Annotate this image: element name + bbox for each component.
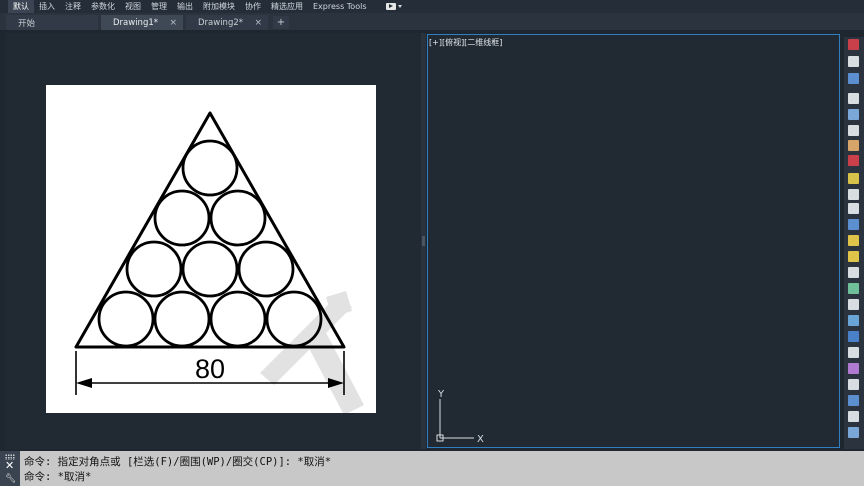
circle: [237, 240, 295, 298]
ribbon-tab-manage[interactable]: 管理: [146, 0, 172, 13]
tool-icon[interactable]: [848, 125, 859, 136]
tool-icon[interactable]: [848, 315, 859, 326]
circle: [97, 290, 155, 348]
circle: [265, 290, 323, 348]
close-icon[interactable]: ×: [254, 18, 262, 28]
ribbon-tab-view[interactable]: 视图: [120, 0, 146, 13]
tool-icon[interactable]: [848, 73, 859, 84]
tool-icon[interactable]: [848, 140, 859, 151]
arrow-left: [76, 378, 92, 388]
outer-triangle: [74, 111, 346, 349]
tab-drawing2[interactable]: Drawing2* ×: [186, 15, 268, 30]
circle: [209, 290, 267, 348]
tool-icon[interactable]: [848, 203, 859, 214]
dimension-text: 80: [195, 354, 225, 384]
ribbon-tab-collaborate[interactable]: 协作: [240, 0, 266, 13]
tool-icon[interactable]: [848, 155, 859, 166]
ribbon-tab-output[interactable]: 输出: [172, 0, 198, 13]
model-viewport-left[interactable]: 80: [6, 33, 421, 449]
right-tool-palette: [844, 37, 864, 449]
ribbon-tab-parametric[interactable]: 参数化: [86, 0, 120, 13]
tool-icon[interactable]: [848, 347, 859, 358]
video-icon: [385, 3, 396, 10]
tool-icon[interactable]: [848, 219, 859, 230]
tool-icon[interactable]: [848, 363, 859, 374]
file-tab-bar: 开始 Drawing1* × Drawing2* × +: [0, 13, 864, 30]
circle: [209, 189, 267, 247]
command-line-window: ✕ 🔧︎ 命令: 指定对角点或 [栏选(F)/圈围(WP)/圈交(CP)]: *…: [0, 451, 864, 486]
ribbon-tab-annotate[interactable]: 注释: [60, 0, 86, 13]
circle: [181, 240, 239, 298]
tool-icon[interactable]: [848, 173, 859, 184]
circle: [153, 290, 211, 348]
ribbon-display-toggle[interactable]: [385, 0, 402, 13]
tab-drawing1[interactable]: Drawing1* ×: [101, 15, 183, 30]
command-history-line: 命令: *取消*: [24, 471, 92, 483]
ribbon-tab-insert[interactable]: 插入: [34, 0, 60, 13]
model-viewport-right[interactable]: [+][俯视][二维线框] Y X: [427, 34, 840, 448]
tool-icon[interactable]: [848, 267, 859, 278]
tool-icon[interactable]: [848, 109, 859, 120]
tool-icon[interactable]: [848, 39, 859, 50]
tab-start-label: 开始: [18, 18, 36, 29]
new-tab-button[interactable]: +: [273, 16, 289, 29]
circle: [181, 139, 239, 197]
ribbon-tab-express-tools[interactable]: Express Tools: [308, 0, 372, 13]
ucs-icon: Y X: [436, 389, 484, 445]
watermark-graphic: [260, 291, 364, 415]
tool-icon[interactable]: [848, 379, 859, 390]
wrench-icon[interactable]: 🔧︎: [5, 474, 16, 484]
tool-icon[interactable]: [848, 235, 859, 246]
circle: [153, 189, 211, 247]
reference-drawing[interactable]: 80: [46, 85, 376, 415]
tool-icon[interactable]: [848, 93, 859, 104]
tool-icon[interactable]: [848, 283, 859, 294]
tool-icon[interactable]: [848, 395, 859, 406]
tool-icon[interactable]: [848, 251, 859, 262]
ribbon-menu: 默认 插入 注释 参数化 视图 管理 输出 附加模块 协作 精选应用 Expre…: [0, 0, 864, 13]
triangle-circles-drawing: 80: [74, 111, 364, 415]
tab-start[interactable]: 开始: [6, 15, 98, 30]
viewport-controls-label[interactable]: [+][俯视][二维线框]: [429, 37, 502, 48]
close-icon[interactable]: ×: [169, 18, 177, 28]
ucs-x-label: X: [477, 434, 484, 445]
circle: [125, 240, 183, 298]
circle-group: [97, 139, 323, 348]
tool-icon[interactable]: [848, 189, 859, 200]
viewport-splitter[interactable]: [421, 33, 426, 449]
ucs-y-label: Y: [437, 389, 445, 400]
tab-drawing2-label: Drawing2*: [198, 17, 244, 28]
tool-icon[interactable]: [848, 427, 859, 438]
close-icon[interactable]: ✕: [5, 460, 14, 471]
ribbon-tab-featured-apps[interactable]: 精选应用: [266, 0, 308, 13]
command-history-line: 命令: 指定对角点或 [栏选(F)/圈围(WP)/圈交(CP)]: *取消*: [24, 456, 332, 468]
tool-icon[interactable]: [848, 299, 859, 310]
tool-icon[interactable]: [848, 331, 859, 342]
ribbon-tab-addins[interactable]: 附加模块: [198, 0, 240, 13]
tool-icon[interactable]: [848, 411, 859, 422]
ribbon-tab-default[interactable]: 默认: [8, 0, 34, 13]
tool-icon[interactable]: [848, 56, 859, 67]
command-line-gutter: ✕ 🔧︎: [0, 451, 20, 486]
chevron-down-icon: [397, 5, 402, 8]
tab-drawing1-label: Drawing1*: [113, 17, 159, 28]
